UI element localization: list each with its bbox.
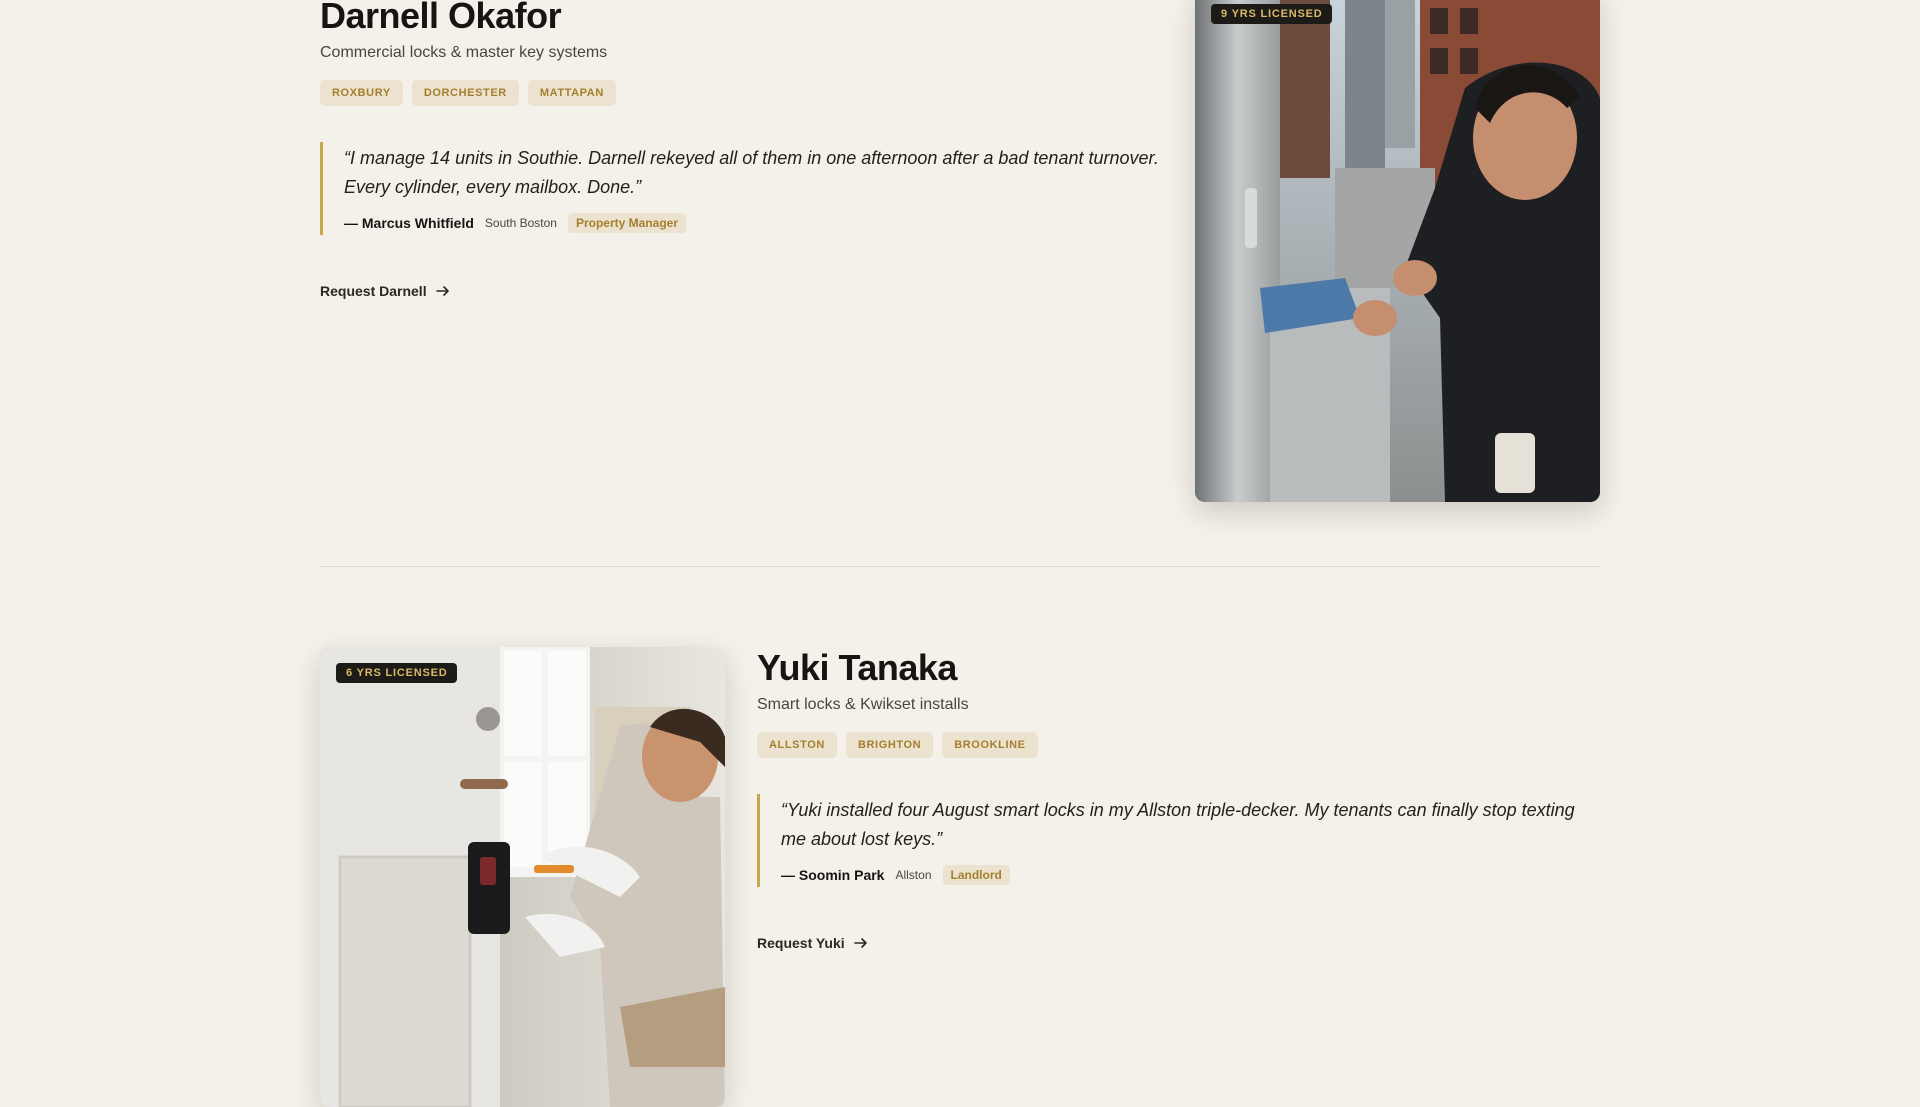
testimonial-text: “Yuki installed four August smart locks … — [781, 799, 1575, 849]
profile-specialty: Commercial locks & master key systems — [320, 43, 608, 61]
testimonial-location: South Boston — [484, 215, 557, 230]
photo-illustration — [320, 647, 725, 1107]
locksmith-profile-yuki: Yuki Tanaka Smart locks & Kwikset instal… — [757, 648, 1600, 953]
area-tag: MATTAPAN — [527, 79, 616, 106]
testimonial-text: “I manage 14 units in Southie. Darnell r… — [344, 147, 1159, 197]
testimonial: “Yuki installed four August smart locks … — [757, 793, 1600, 887]
locksmith-profile-darnell: Darnell Okafor Commercial locks & master… — [320, 0, 1160, 301]
testimonial-location: Allston — [895, 867, 932, 882]
service-area-tags: ALLSTON BRIGHTON BROOKLINE — [757, 731, 1600, 758]
arrow-right-icon — [435, 285, 449, 296]
request-link-label: Request Darnell — [320, 282, 427, 299]
locksmith-photo-darnell: 9 YRS LICENSED — [1195, 0, 1600, 502]
area-tag: ALLSTON — [757, 731, 837, 758]
license-badge: 6 YRS LICENSED — [336, 663, 458, 683]
photo-illustration — [1195, 0, 1600, 502]
testimonial-attribution: — Marcus Whitfield South Boston Property… — [344, 212, 1160, 233]
section-divider — [320, 566, 1600, 567]
request-link-label: Request Yuki — [757, 934, 845, 951]
testimonial-attribution: — Soomin Park Allston Landlord — [781, 864, 1600, 885]
testimonial: “I manage 14 units in Southie. Darnell r… — [320, 141, 1160, 235]
profile-name: Darnell Okafor — [320, 0, 562, 36]
license-badge: 9 YRS LICENSED — [1211, 4, 1333, 24]
testimonial-role-badge: Property Manager — [567, 212, 686, 233]
service-area-tags: ROXBURY DORCHESTER MATTAPAN — [320, 79, 1160, 106]
area-tag: BRIGHTON — [845, 731, 934, 758]
request-yuki-link[interactable]: Request Yuki — [757, 935, 868, 951]
arrow-right-icon — [853, 937, 867, 948]
area-tag: ROXBURY — [320, 79, 403, 106]
area-tag: BROOKLINE — [942, 731, 1038, 758]
testimonial-author: — Marcus Whitfield — [344, 214, 474, 231]
locksmith-photo-yuki: 6 YRS LICENSED — [320, 647, 725, 1107]
area-tag: DORCHESTER — [411, 79, 519, 106]
testimonial-role-badge: Landlord — [942, 864, 1010, 885]
request-darnell-link[interactable]: Request Darnell — [320, 283, 450, 299]
testimonial-author: — Soomin Park — [781, 866, 885, 883]
profile-specialty: Smart locks & Kwikset installs — [757, 695, 969, 713]
profile-name: Yuki Tanaka — [757, 647, 957, 688]
